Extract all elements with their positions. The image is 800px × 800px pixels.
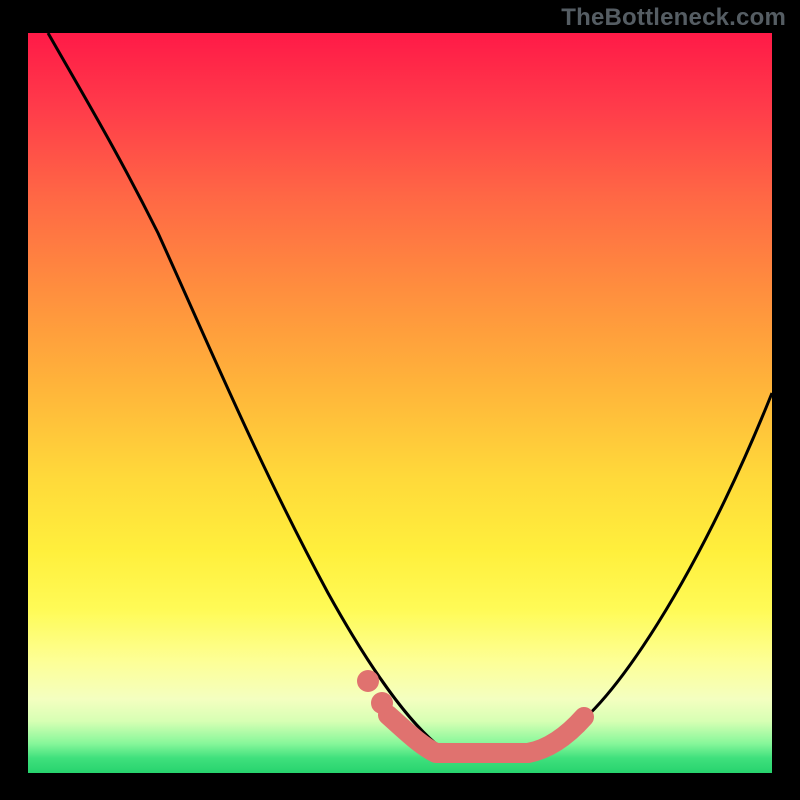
highlight-dot-lower (371, 692, 393, 714)
bottleneck-curve (48, 33, 772, 753)
plot-area (28, 33, 772, 773)
highlight-dot-upper (357, 670, 379, 692)
optimal-range-highlight (388, 715, 584, 753)
curve-layer (28, 33, 772, 773)
watermark-text: TheBottleneck.com (561, 4, 786, 32)
chart-stage: TheBottleneck.com (0, 0, 800, 800)
